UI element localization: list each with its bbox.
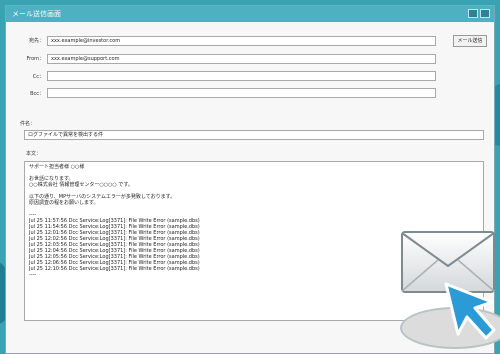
cc-label: Cc： (32, 74, 44, 80)
from-label: From： (26, 56, 44, 62)
cc-field[interactable] (47, 71, 436, 81)
to-field[interactable]: xxx.example@investor.com (47, 36, 436, 46)
window-title: メール送信画面 (12, 10, 61, 18)
arrow-cursor-icon (444, 282, 496, 340)
close-icon[interactable] (480, 9, 490, 18)
subject-field[interactable]: ログファイルで異常を検出する件 (24, 130, 484, 140)
subject-label: 件名： (20, 121, 36, 127)
send-mail-illustration (396, 222, 500, 354)
send-mail-button[interactable]: メール送信 (453, 35, 487, 47)
body-label: 本文： (26, 151, 42, 157)
window-controls (468, 9, 490, 18)
from-field[interactable]: xxx.example@support.com (47, 54, 436, 64)
to-label: 宛先： (28, 38, 44, 44)
window-titlebar: メール送信画面 (6, 6, 494, 22)
minimize-icon[interactable] (468, 9, 478, 18)
bcc-field[interactable] (47, 88, 436, 98)
bcc-label: Bcc： (30, 91, 44, 97)
